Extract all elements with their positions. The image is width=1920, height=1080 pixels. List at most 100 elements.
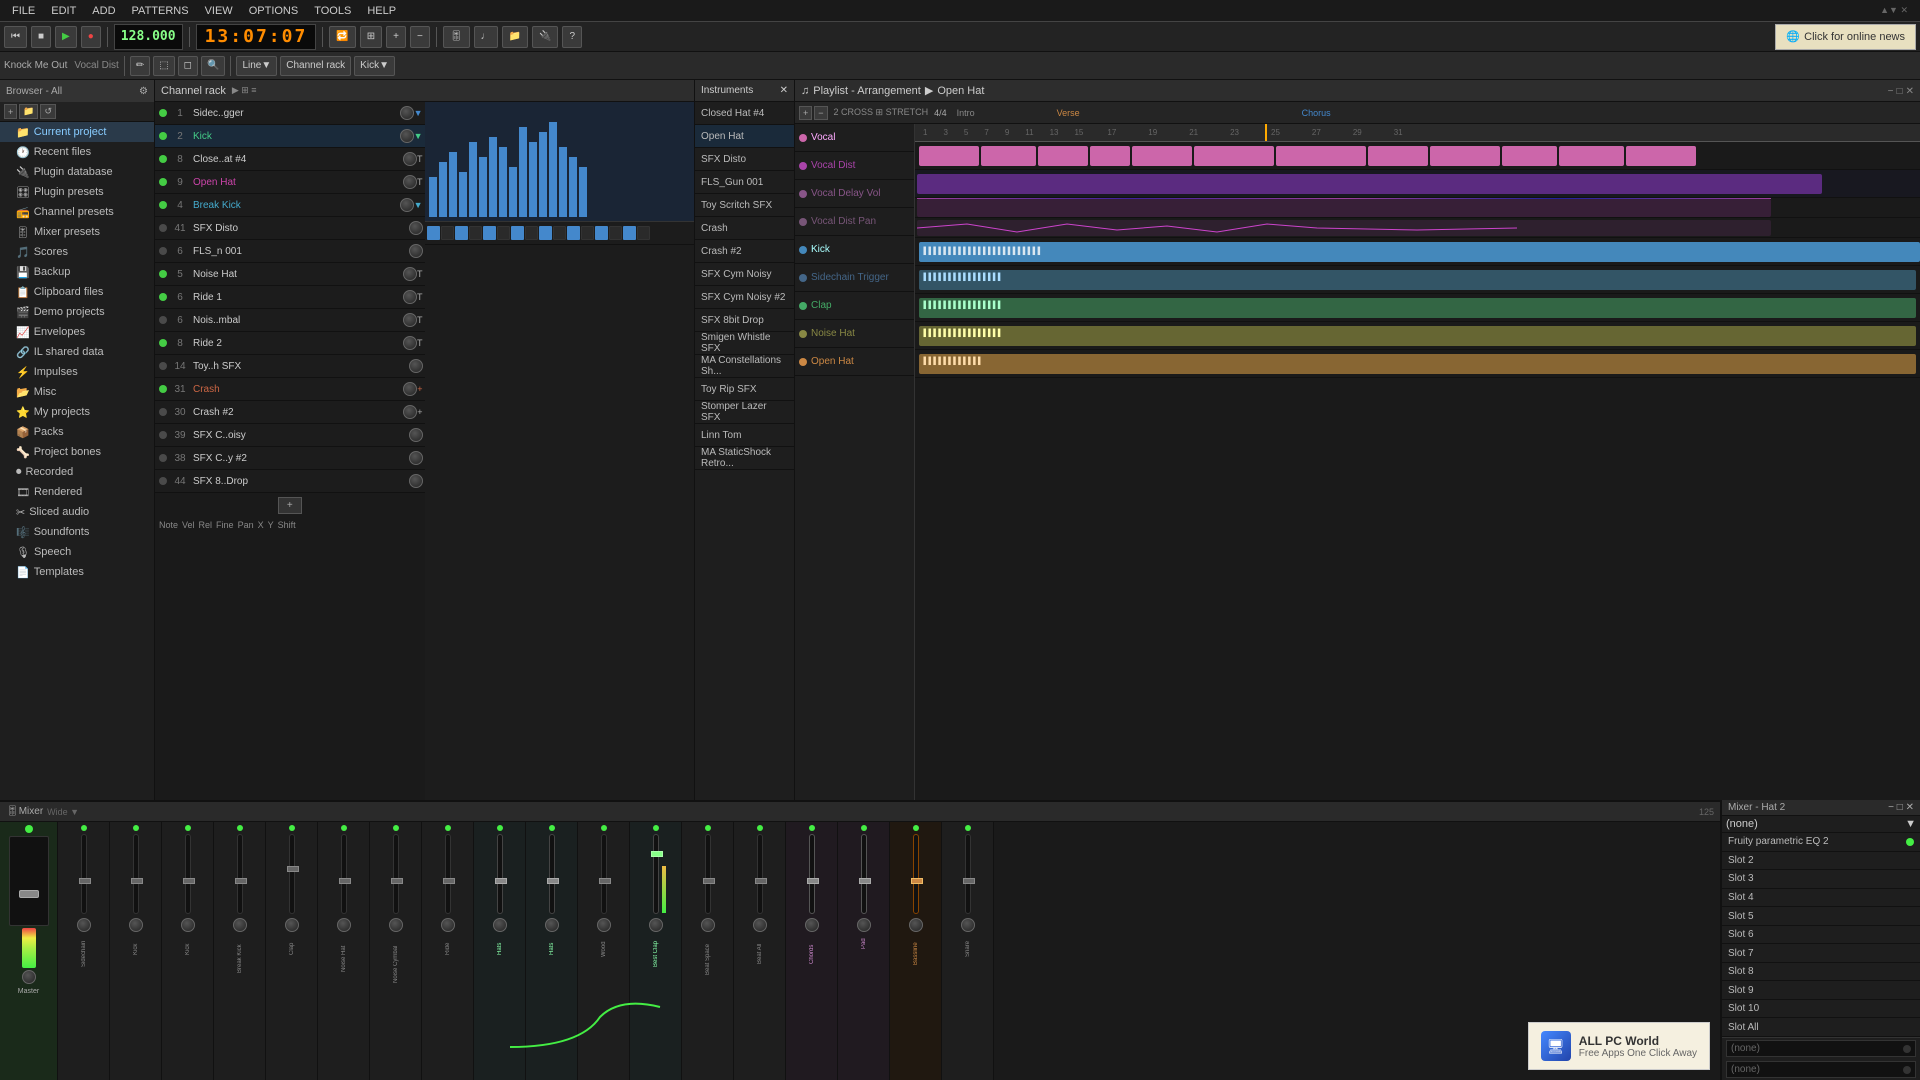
piano-button[interactable]: ♩ (474, 26, 498, 48)
select-tool[interactable]: ⬚ (153, 56, 174, 76)
channel-name-sfx8drop[interactable]: SFX 8..Drop (191, 476, 409, 487)
fader-handle-nc[interactable] (391, 878, 403, 884)
mixer-led-wood[interactable] (601, 825, 607, 831)
channel-vol-14[interactable]: + (417, 407, 422, 417)
zoom-tool[interactable]: 🔍 (201, 56, 225, 76)
channel-led-5[interactable] (159, 201, 167, 209)
vocal-clip-2[interactable] (981, 146, 1036, 166)
fx-item-slot6[interactable]: Slot 6 (1722, 926, 1920, 945)
browser-button[interactable]: 📁 (502, 26, 528, 48)
channel-name-sfxdisto[interactable]: SFX Disto (191, 223, 409, 234)
channel-name-sidec[interactable]: Sidec..gger (191, 108, 400, 119)
track-row-noisehat-arr[interactable]: ▐▐▐▐▐▐▐▐▐▐▐▐▐▐▐▐ (915, 322, 1920, 350)
channel-led-3[interactable] (159, 155, 167, 163)
mixer-button[interactable]: 🎚 (443, 26, 470, 48)
mixer-knob-breakkick[interactable] (233, 918, 247, 932)
fader-handle-pad[interactable] (859, 878, 871, 884)
beat-1-3[interactable] (455, 226, 468, 240)
vocal-clip-7[interactable] (1276, 146, 1366, 166)
track-row-clap-arr[interactable]: ▐▐▐▐▐▐▐▐▐▐▐▐▐▐▐▐ (915, 294, 1920, 322)
mixer-led-nh[interactable] (341, 825, 347, 831)
channel-vol-3[interactable]: T (417, 154, 423, 164)
channel-knob-4[interactable] (403, 175, 417, 189)
sidebar-item-recorded[interactable]: ⏺ Recorded (0, 462, 154, 482)
fx-item-slot10[interactable]: Slot 10 (1722, 1000, 1920, 1019)
channel-rack-btn[interactable]: Channel rack (280, 56, 351, 76)
menu-help[interactable]: HELP (359, 5, 404, 17)
arrangement-close[interactable]: ✕ (1906, 86, 1914, 97)
channel-name-breakkick[interactable]: Break Kick (191, 200, 400, 211)
fx-item-slot8[interactable]: Slot 8 (1722, 963, 1920, 982)
sidebar-item-myprojects[interactable]: ⭐ My projects (0, 402, 154, 422)
vocal-clip-1[interactable] (919, 146, 979, 166)
bpm-display[interactable]: 128.000 (114, 24, 183, 50)
sidechain-clip[interactable]: ▐▐▐▐▐▐▐▐▐▐▐▐▐▐▐▐ (919, 270, 1916, 290)
mixer-led-ride[interactable] (445, 825, 451, 831)
fx-item-fruityeq2[interactable]: Fruity parametric EQ 2 (1722, 833, 1920, 852)
arrangement-minimize[interactable]: − (1888, 86, 1894, 97)
menu-options[interactable]: OPTIONS (241, 5, 307, 17)
channel-vol-13[interactable]: + (417, 384, 422, 394)
channel-knob-1[interactable] (400, 106, 414, 120)
channel-name-toy[interactable]: Toy..h SFX (191, 361, 409, 372)
vocal-clip-11[interactable] (1559, 146, 1624, 166)
track-led-noisehat[interactable] (799, 330, 807, 338)
fader-handle-sidechain[interactable] (79, 878, 91, 884)
instrument-item-stomper[interactable]: Stomper Lazer SFX (695, 401, 794, 424)
instrument-item-toyscritch[interactable]: Toy Scritch SFX (695, 194, 794, 217)
fader-handle-chords[interactable] (807, 878, 819, 884)
mixer-led-snare[interactable] (965, 825, 971, 831)
fx-item-slotall[interactable]: Slot All (1722, 1018, 1920, 1037)
fx-top-selector[interactable]: (none) ▼ (1722, 816, 1920, 833)
mixer-led-nc[interactable] (393, 825, 399, 831)
mixer-knob-active[interactable] (649, 918, 663, 932)
stop-button[interactable]: ■ (31, 26, 51, 48)
channel-knob-16[interactable] (409, 451, 423, 465)
record-button[interactable]: ● (81, 26, 101, 48)
sidebar-item-sliced-audio[interactable]: ✂ Sliced audio (0, 502, 154, 522)
fader-handle-nh[interactable] (339, 878, 351, 884)
instrument-item-linntom[interactable]: Linn Tom (695, 424, 794, 447)
channel-led-9[interactable] (159, 293, 167, 301)
rewind-button[interactable]: ⏮ (4, 26, 27, 48)
sidebar-settings-icon[interactable]: ⚙ (139, 86, 148, 97)
mixer-led-breakkick[interactable] (237, 825, 243, 831)
channel-vol-2[interactable]: ▼ (414, 131, 423, 141)
menu-view[interactable]: VIEW (197, 5, 241, 17)
channel-knob-13[interactable] (403, 382, 417, 396)
fx-item-slot7[interactable]: Slot 7 (1722, 944, 1920, 963)
sidebar-item-misc[interactable]: 📂 Misc (0, 382, 154, 402)
mixer-knob-hats1[interactable] (493, 918, 507, 932)
sidebar-item-mixer-presets[interactable]: 🎚 Mixer presets (0, 222, 154, 242)
openhat-clip[interactable]: ▐▐▐▐▐▐▐▐▐▐▐▐ (919, 354, 1916, 374)
vocal-clip-12[interactable] (1626, 146, 1696, 166)
channel-name-kick[interactable]: Kick (191, 131, 400, 142)
play-button[interactable]: ▶ (55, 26, 77, 48)
snap-button[interactable]: ⊞ (360, 26, 382, 48)
fader-handle-hats1[interactable] (495, 878, 507, 884)
mixer-knob-kick2[interactable] (181, 918, 195, 932)
sidebar-item-packs[interactable]: 📦 Packs (0, 422, 154, 442)
erase-tool[interactable]: ◻ (178, 56, 198, 76)
mixer-knob-bs[interactable] (701, 918, 715, 932)
channel-knob-14[interactable] (403, 405, 417, 419)
mixer-led-bl[interactable] (913, 825, 919, 831)
channel-led-14[interactable] (159, 408, 167, 416)
track-led-vocaldistpan[interactable] (799, 218, 807, 226)
beat-1-15[interactable] (623, 226, 636, 240)
fx-bottom-selector2[interactable]: (none) (1726, 1061, 1916, 1078)
instrument-item-crash2[interactable]: Crash #2 (695, 240, 794, 263)
zoom-out-button[interactable]: − (410, 26, 430, 48)
mixer-led-chords[interactable] (809, 825, 815, 831)
fader-handle-kick2[interactable] (183, 878, 195, 884)
fader-handle-ba[interactable] (755, 878, 767, 884)
vocal-clip-8[interactable] (1368, 146, 1428, 166)
fx-item-slot2[interactable]: Slot 2 (1722, 852, 1920, 871)
channel-name-openhat[interactable]: Open Hat (191, 177, 403, 188)
instrument-select[interactable]: Kick ▼ (354, 56, 395, 76)
help-button[interactable]: ? (562, 26, 582, 48)
channel-knob-9[interactable] (403, 290, 417, 304)
channel-knob-5[interactable] (400, 198, 414, 212)
mixer-master-fader-handle[interactable] (19, 890, 39, 898)
channel-vol-9[interactable]: T (417, 292, 423, 302)
